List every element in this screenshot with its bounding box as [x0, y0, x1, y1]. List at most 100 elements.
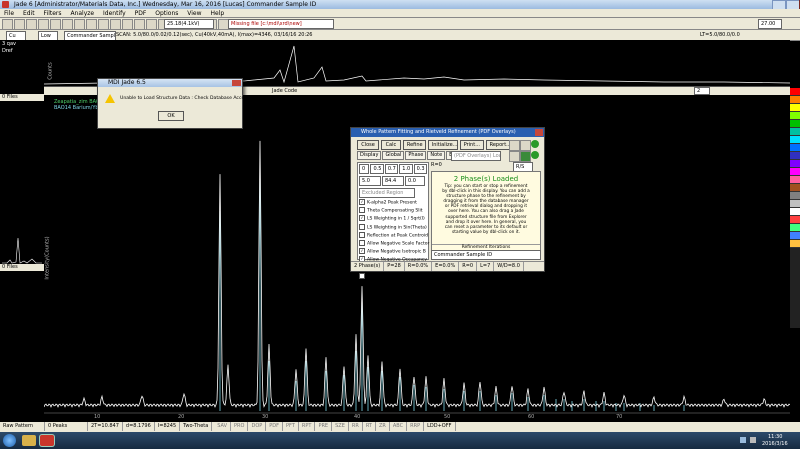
param-2-1[interactable]: 5.0: [359, 176, 381, 186]
taskbar-date[interactable]: 2016/3/16: [762, 441, 788, 447]
alert-ok-button[interactable]: OK: [158, 111, 184, 121]
left-item-2[interactable]: Dref: [0, 48, 44, 54]
option-3[interactable]: LS Weighting in Sin(Theta): [359, 223, 427, 232]
tab-display[interactable]: Display: [357, 151, 382, 160]
maximize-button[interactable]: [786, 0, 800, 9]
param-2-2[interactable]: 84.4: [382, 176, 404, 186]
menu-help[interactable]: Help: [210, 10, 224, 17]
tab-global[interactable]: Global: [382, 151, 405, 160]
palette-light-red[interactable]: [790, 216, 800, 224]
palette-brown[interactable]: [790, 184, 800, 192]
palette-yellow[interactable]: [790, 104, 800, 112]
minimize-button[interactable]: [772, 0, 786, 9]
option-4[interactable]: Reflection at Peak Centroid: [359, 231, 428, 240]
left-item-1[interactable]: 3 qav: [0, 40, 44, 48]
palette-teal[interactable]: [790, 128, 800, 136]
menu-view[interactable]: View: [187, 10, 201, 17]
status-btn-rpt[interactable]: RPT: [299, 422, 316, 431]
region-select[interactable]: Excluded Region: [359, 188, 415, 198]
status-btn-dop[interactable]: DOP: [248, 422, 267, 431]
palette-cyan[interactable]: [790, 136, 800, 144]
menu-filters[interactable]: Filters: [44, 10, 62, 17]
report-icon[interactable]: [146, 19, 157, 30]
copy-icon[interactable]: [38, 19, 49, 30]
menu-options[interactable]: Options: [155, 10, 178, 17]
wpf-help-icon[interactable]: [531, 140, 539, 148]
menu-analyze[interactable]: Analyze: [70, 10, 94, 17]
print-icon[interactable]: [26, 19, 37, 30]
palette-orange[interactable]: [790, 96, 800, 104]
status-btn-pft[interactable]: PFT: [283, 422, 299, 431]
palette-indigo[interactable]: [790, 152, 800, 160]
checkbox-unchecked-icon[interactable]: [359, 272, 365, 279]
wpf-close-action-button[interactable]: Close: [357, 140, 379, 150]
checkbox-checked-icon[interactable]: ✓: [359, 199, 365, 205]
status-btn-rt[interactable]: RT: [363, 422, 376, 431]
fit-icon[interactable]: [110, 19, 121, 30]
menu-edit[interactable]: Edit: [23, 10, 35, 17]
param-2-3[interactable]: 0.0: [405, 176, 425, 186]
checkbox-unchecked-icon[interactable]: [359, 240, 365, 247]
wpf-close-button[interactable]: [535, 129, 543, 136]
palette-light-green[interactable]: [790, 224, 800, 232]
taskbar-explorer-icon[interactable]: [22, 435, 36, 446]
wpf-print-button[interactable]: Print...: [459, 140, 484, 150]
param-1-1[interactable]: 0: [359, 164, 370, 174]
option-6[interactable]: ✓ Allow Negative Isotropic B: [359, 248, 427, 256]
status-btn-pre[interactable]: PRE: [315, 422, 333, 431]
status-btn-rrp[interactable]: RRP: [407, 422, 425, 431]
checkbox-unchecked-icon[interactable]: [359, 231, 365, 238]
palette-red[interactable]: [790, 88, 800, 96]
peak-icon[interactable]: [98, 19, 109, 30]
tab-note[interactable]: Note: [427, 151, 446, 160]
param-1-5[interactable]: 0.3: [413, 164, 427, 174]
start-button[interactable]: [3, 434, 16, 447]
param-1-4[interactable]: 1.0: [399, 164, 413, 174]
undo-icon[interactable]: [62, 19, 73, 30]
status-btn-sav[interactable]: SAV: [214, 422, 232, 431]
phase-info-panel[interactable]: 2 Phase(s) Loaded Tip: you can start or …: [431, 171, 541, 251]
status-btn-rr[interactable]: RR: [349, 422, 363, 431]
palette-gold[interactable]: [790, 240, 800, 248]
status-btn-pdf[interactable]: PDF: [266, 422, 284, 431]
palette-silver[interactable]: [790, 200, 800, 208]
wpf-color-icon[interactable]: [520, 151, 531, 162]
palette-pink[interactable]: [790, 176, 800, 184]
wpf-list-icon[interactable]: [520, 140, 531, 151]
pdf-overlay-select[interactable]: (PDF Overlays) Loaded: [451, 151, 501, 161]
status-btn-abc[interactable]: ABC: [390, 422, 408, 431]
taskbar-jade-icon[interactable]: [40, 435, 54, 446]
color-palette[interactable]: [790, 88, 800, 328]
param-1-2[interactable]: 0.5: [370, 164, 384, 174]
palette-magenta[interactable]: [790, 168, 800, 176]
status-btn-zr[interactable]: ZR: [376, 422, 390, 431]
taskbar-time[interactable]: 11:30: [768, 434, 782, 440]
zoom-select[interactable]: 25.18(4.1kV): [164, 19, 214, 29]
status-btn-pro[interactable]: PRO: [231, 422, 249, 431]
wpf-refine-button[interactable]: Refine: [402, 140, 426, 150]
save-icon[interactable]: [14, 19, 25, 30]
right-value-field[interactable]: 27.00: [758, 19, 782, 29]
wpf-initialize-button[interactable]: Initialize...: [427, 140, 458, 150]
palette-lime[interactable]: [790, 112, 800, 120]
menu-identify[interactable]: Identify: [103, 10, 126, 17]
checkbox-checked-icon[interactable]: ✓: [359, 215, 365, 222]
search-icon[interactable]: [122, 19, 133, 30]
option-5[interactable]: Allow Negative Scale Factor: [359, 240, 429, 248]
option-2[interactable]: ✓ LS Weighting in 1 / Sqrt(I): [359, 215, 427, 223]
status-btn-sze[interactable]: SZE: [332, 422, 349, 431]
paste-icon[interactable]: [50, 19, 61, 30]
option-0[interactable]: ✓ K-alpha2 Peak Present: [359, 199, 427, 207]
open-icon[interactable]: [2, 19, 13, 30]
wpf-db-icon[interactable]: [509, 151, 520, 162]
tab-phase[interactable]: Phase: [405, 151, 427, 160]
checkbox-checked-icon[interactable]: ✓: [359, 248, 365, 255]
palette-violet[interactable]: [790, 160, 800, 168]
palette-light-blue[interactable]: [790, 232, 800, 240]
palette-green[interactable]: [790, 120, 800, 128]
wpf-help-icon-2[interactable]: [531, 151, 539, 159]
checkbox-unchecked-icon[interactable]: [359, 207, 365, 214]
redo-icon[interactable]: [74, 19, 85, 30]
palette-blue[interactable]: [790, 144, 800, 152]
menu-pdf[interactable]: PDF: [135, 10, 147, 17]
